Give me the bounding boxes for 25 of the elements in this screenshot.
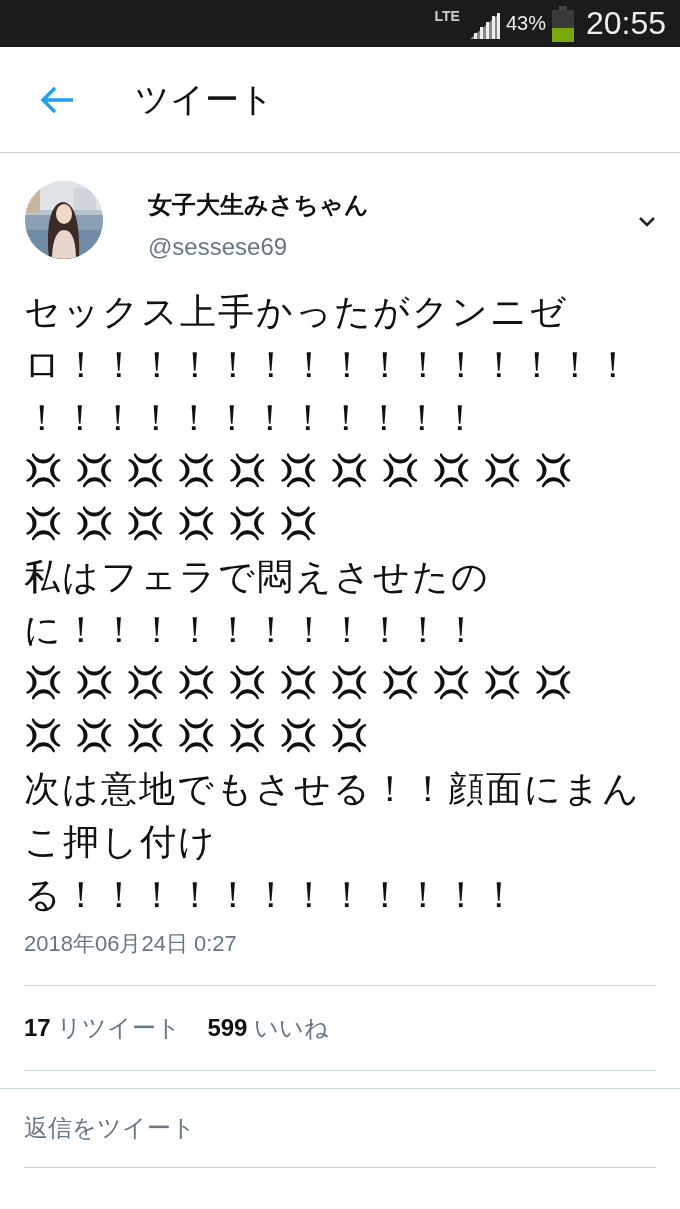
clock: 20:55 bbox=[585, 5, 666, 42]
retweet-count[interactable]: 17 リツイート bbox=[24, 1012, 182, 1044]
chevron-down-icon[interactable] bbox=[638, 216, 656, 228]
battery-percent: 43% bbox=[505, 12, 546, 35]
tweet-text-line: 💢💢💢💢💢💢💢💢💢💢💢 bbox=[24, 663, 585, 702]
timestamp: 2018年06月24日 0:27 bbox=[24, 930, 238, 958]
back-arrow-icon[interactable] bbox=[39, 84, 75, 115]
tweet-text-line: る！！！！！！！！！！！！ bbox=[24, 873, 520, 917]
tweet-text-line: に！！！！！！！！！！！ bbox=[24, 608, 482, 652]
tweet-text-line: セックス上手かったがクンニゼ bbox=[24, 290, 569, 334]
tweet-text-line: 💢💢💢💢💢💢💢💢💢💢💢 bbox=[24, 451, 585, 490]
tweet-text-line: 💢💢💢💢💢💢💢 bbox=[24, 716, 381, 755]
tweet-text-line: 次は意地でもさせる！！顔面にまん bbox=[24, 767, 642, 811]
tweet-text-line: ロ！！！！！！！！！！！！！！！ bbox=[24, 343, 634, 387]
tweet-text-line: ！！！！！！！！！！！！ bbox=[24, 396, 481, 440]
network-label: LTE bbox=[434, 8, 460, 24]
tweet-text-line: こ押し付け bbox=[24, 820, 218, 864]
tweet-text-line: 💢💢💢💢💢💢 bbox=[24, 504, 330, 543]
user-handle[interactable]: @sessese69 bbox=[148, 233, 638, 261]
tweet-text-line: 私はフェラで悶えさせたの bbox=[24, 555, 491, 599]
user-name[interactable]: 女子大生みさちゃん bbox=[148, 189, 638, 221]
screen-title: ツイート bbox=[135, 77, 274, 121]
signal-icon bbox=[469, 12, 500, 39]
battery-icon bbox=[551, 5, 574, 42]
like-count[interactable]: 599 いいね bbox=[207, 1012, 330, 1044]
